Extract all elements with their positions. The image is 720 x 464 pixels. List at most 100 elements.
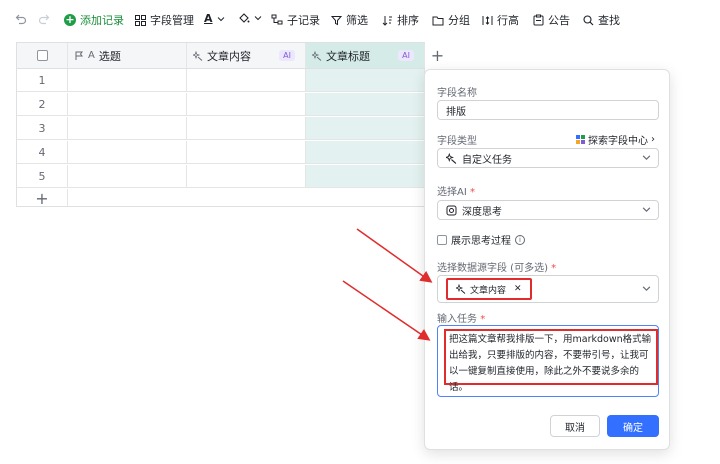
field-type-value: 自定义任务 [462, 154, 512, 166]
search-icon [583, 14, 594, 25]
add-column-button[interactable]: + [425, 42, 450, 68]
table-cell[interactable] [68, 165, 187, 187]
table-row[interactable]: 1 [17, 69, 425, 92]
table-cell[interactable] [306, 69, 425, 91]
add-row[interactable]: + [17, 189, 425, 208]
column-header-content[interactable]: 文章内容 AI [187, 43, 306, 68]
select-ai-dropdown[interactable]: 深度思考 [437, 200, 659, 220]
text-format-button[interactable]: A [204, 12, 225, 25]
table-cell[interactable] [306, 165, 425, 187]
close-icon[interactable]: ✕ [514, 284, 522, 294]
undo-icon[interactable] [15, 13, 27, 25]
redo-icon[interactable] [38, 13, 50, 25]
text-type-icon: A [88, 50, 95, 61]
row-height-button[interactable]: 行高 [482, 12, 519, 28]
show-thinking-option[interactable]: 展示思考过程 i [437, 232, 525, 247]
sub-record-icon [271, 14, 283, 25]
toolbar: + 添加记录 字段管理 A 子记录 筛选 排序 分组 行高 公告 查找 [0, 0, 720, 40]
table-cell[interactable] [306, 141, 425, 163]
row-number: 2 [17, 93, 68, 115]
field-name-value: 排版 [446, 106, 466, 118]
table-cell[interactable] [187, 141, 306, 163]
search-button[interactable]: 查找 [583, 12, 620, 28]
table-cell[interactable] [68, 93, 187, 115]
group-button[interactable]: 分组 [432, 12, 470, 28]
table-cell[interactable] [187, 117, 306, 139]
chevron-down-icon [642, 286, 651, 291]
field-manage-label: 字段管理 [150, 14, 194, 27]
field-manage-button[interactable]: 字段管理 [135, 12, 194, 28]
explore-label: 探索字段中心 [588, 136, 648, 147]
row-height-label: 行高 [497, 14, 519, 27]
column-header-topic[interactable]: A 选题 [68, 43, 187, 68]
explore-field-center-link[interactable]: 探索字段中心 › [576, 132, 655, 147]
table-cell[interactable] [68, 69, 187, 91]
table-cell[interactable] [187, 165, 306, 187]
row-number: 1 [17, 69, 68, 91]
select-ai-value: 深度思考 [462, 206, 502, 218]
notice-button[interactable]: 公告 [533, 12, 570, 28]
source-field-select[interactable]: 文章内容 ✕ [437, 275, 659, 303]
flag-icon [75, 51, 83, 60]
source-tag-label: 文章内容 [470, 285, 507, 296]
sort-icon [382, 15, 392, 26]
show-thinking-checkbox[interactable] [437, 234, 447, 245]
table-cell[interactable] [68, 117, 187, 139]
select-ai-label: 选择AI * [437, 187, 475, 198]
table-cell[interactable] [306, 93, 425, 115]
table-cell[interactable] [187, 93, 306, 115]
task-text: 把这篇文章帮我排版一下，用markdown格式输出给我，只要排版的内容，不要带引… [444, 329, 658, 393]
sort-label: 排序 [397, 14, 419, 27]
column-header-title[interactable]: 文章标题 AI [306, 43, 425, 68]
grid-color-icon [576, 135, 585, 144]
field-type-select[interactable]: 自定义任务 [437, 148, 659, 168]
paint-bucket-icon [239, 13, 250, 23]
column-label: 选题 [98, 49, 121, 63]
notice-label: 公告 [548, 14, 570, 27]
filter-label: 筛选 [346, 14, 368, 27]
clipboard-icon [533, 14, 544, 26]
table-cell[interactable] [187, 69, 306, 91]
table-row[interactable]: 3 [17, 117, 425, 140]
ai-sparkle-icon [446, 152, 457, 164]
info-icon[interactable]: i [515, 234, 525, 245]
ai-sparkle-icon [193, 50, 203, 61]
chevron-right-icon: › [651, 134, 655, 145]
ai-model-icon [446, 205, 457, 215]
task-label: 输入任务 * [437, 314, 486, 325]
folder-icon [432, 16, 444, 25]
add-row-button[interactable]: + [17, 189, 68, 208]
ai-badge: AI [279, 50, 295, 61]
field-type-label: 字段类型 [437, 136, 477, 147]
cancel-button[interactable]: 取消 [550, 415, 600, 437]
add-record-label: 添加记录 [80, 14, 124, 27]
fill-color-button[interactable] [238, 12, 262, 24]
table-row[interactable]: 2 [17, 93, 425, 116]
confirm-button[interactable]: 确定 [607, 415, 659, 437]
sort-button[interactable]: 排序 [382, 12, 419, 28]
table-row[interactable]: 4 [17, 141, 425, 164]
table-cell[interactable] [68, 141, 187, 163]
table-row[interactable]: 5 [17, 165, 425, 188]
task-textarea[interactable]: 把这篇文章帮我排版一下，用markdown格式输出给我，只要排版的内容，不要带引… [437, 325, 659, 397]
field-config-panel: 字段名称 排版 字段类型 探索字段中心 › 自定义任务 选择AI * 深度思考 … [424, 69, 670, 450]
select-all-checkbox[interactable] [36, 50, 48, 61]
field-name-input[interactable]: 排版 [437, 100, 659, 120]
source-tag[interactable]: 文章内容 ✕ [446, 278, 532, 300]
row-height-icon [482, 15, 493, 25]
filter-button[interactable]: 筛选 [331, 12, 368, 28]
ai-sparkle-icon [456, 284, 466, 294]
sub-record-button[interactable]: 子记录 [271, 12, 320, 28]
column-label: 文章标题 [326, 49, 370, 63]
row-number: 3 [17, 117, 68, 139]
ai-badge: AI [398, 50, 414, 61]
search-label: 查找 [598, 14, 620, 27]
table-cell[interactable] [306, 117, 425, 139]
select-all-cell[interactable] [17, 43, 68, 68]
group-label: 分组 [448, 14, 470, 27]
plus-icon: + [64, 13, 76, 26]
row-number: 4 [17, 141, 68, 163]
show-thinking-label: 展示思考过程 [451, 236, 511, 247]
add-record-button[interactable]: + 添加记录 [64, 12, 124, 28]
data-grid: A 选题 文章内容 AI 文章标题 AI 1 2 3 4 5 + [16, 42, 425, 208]
